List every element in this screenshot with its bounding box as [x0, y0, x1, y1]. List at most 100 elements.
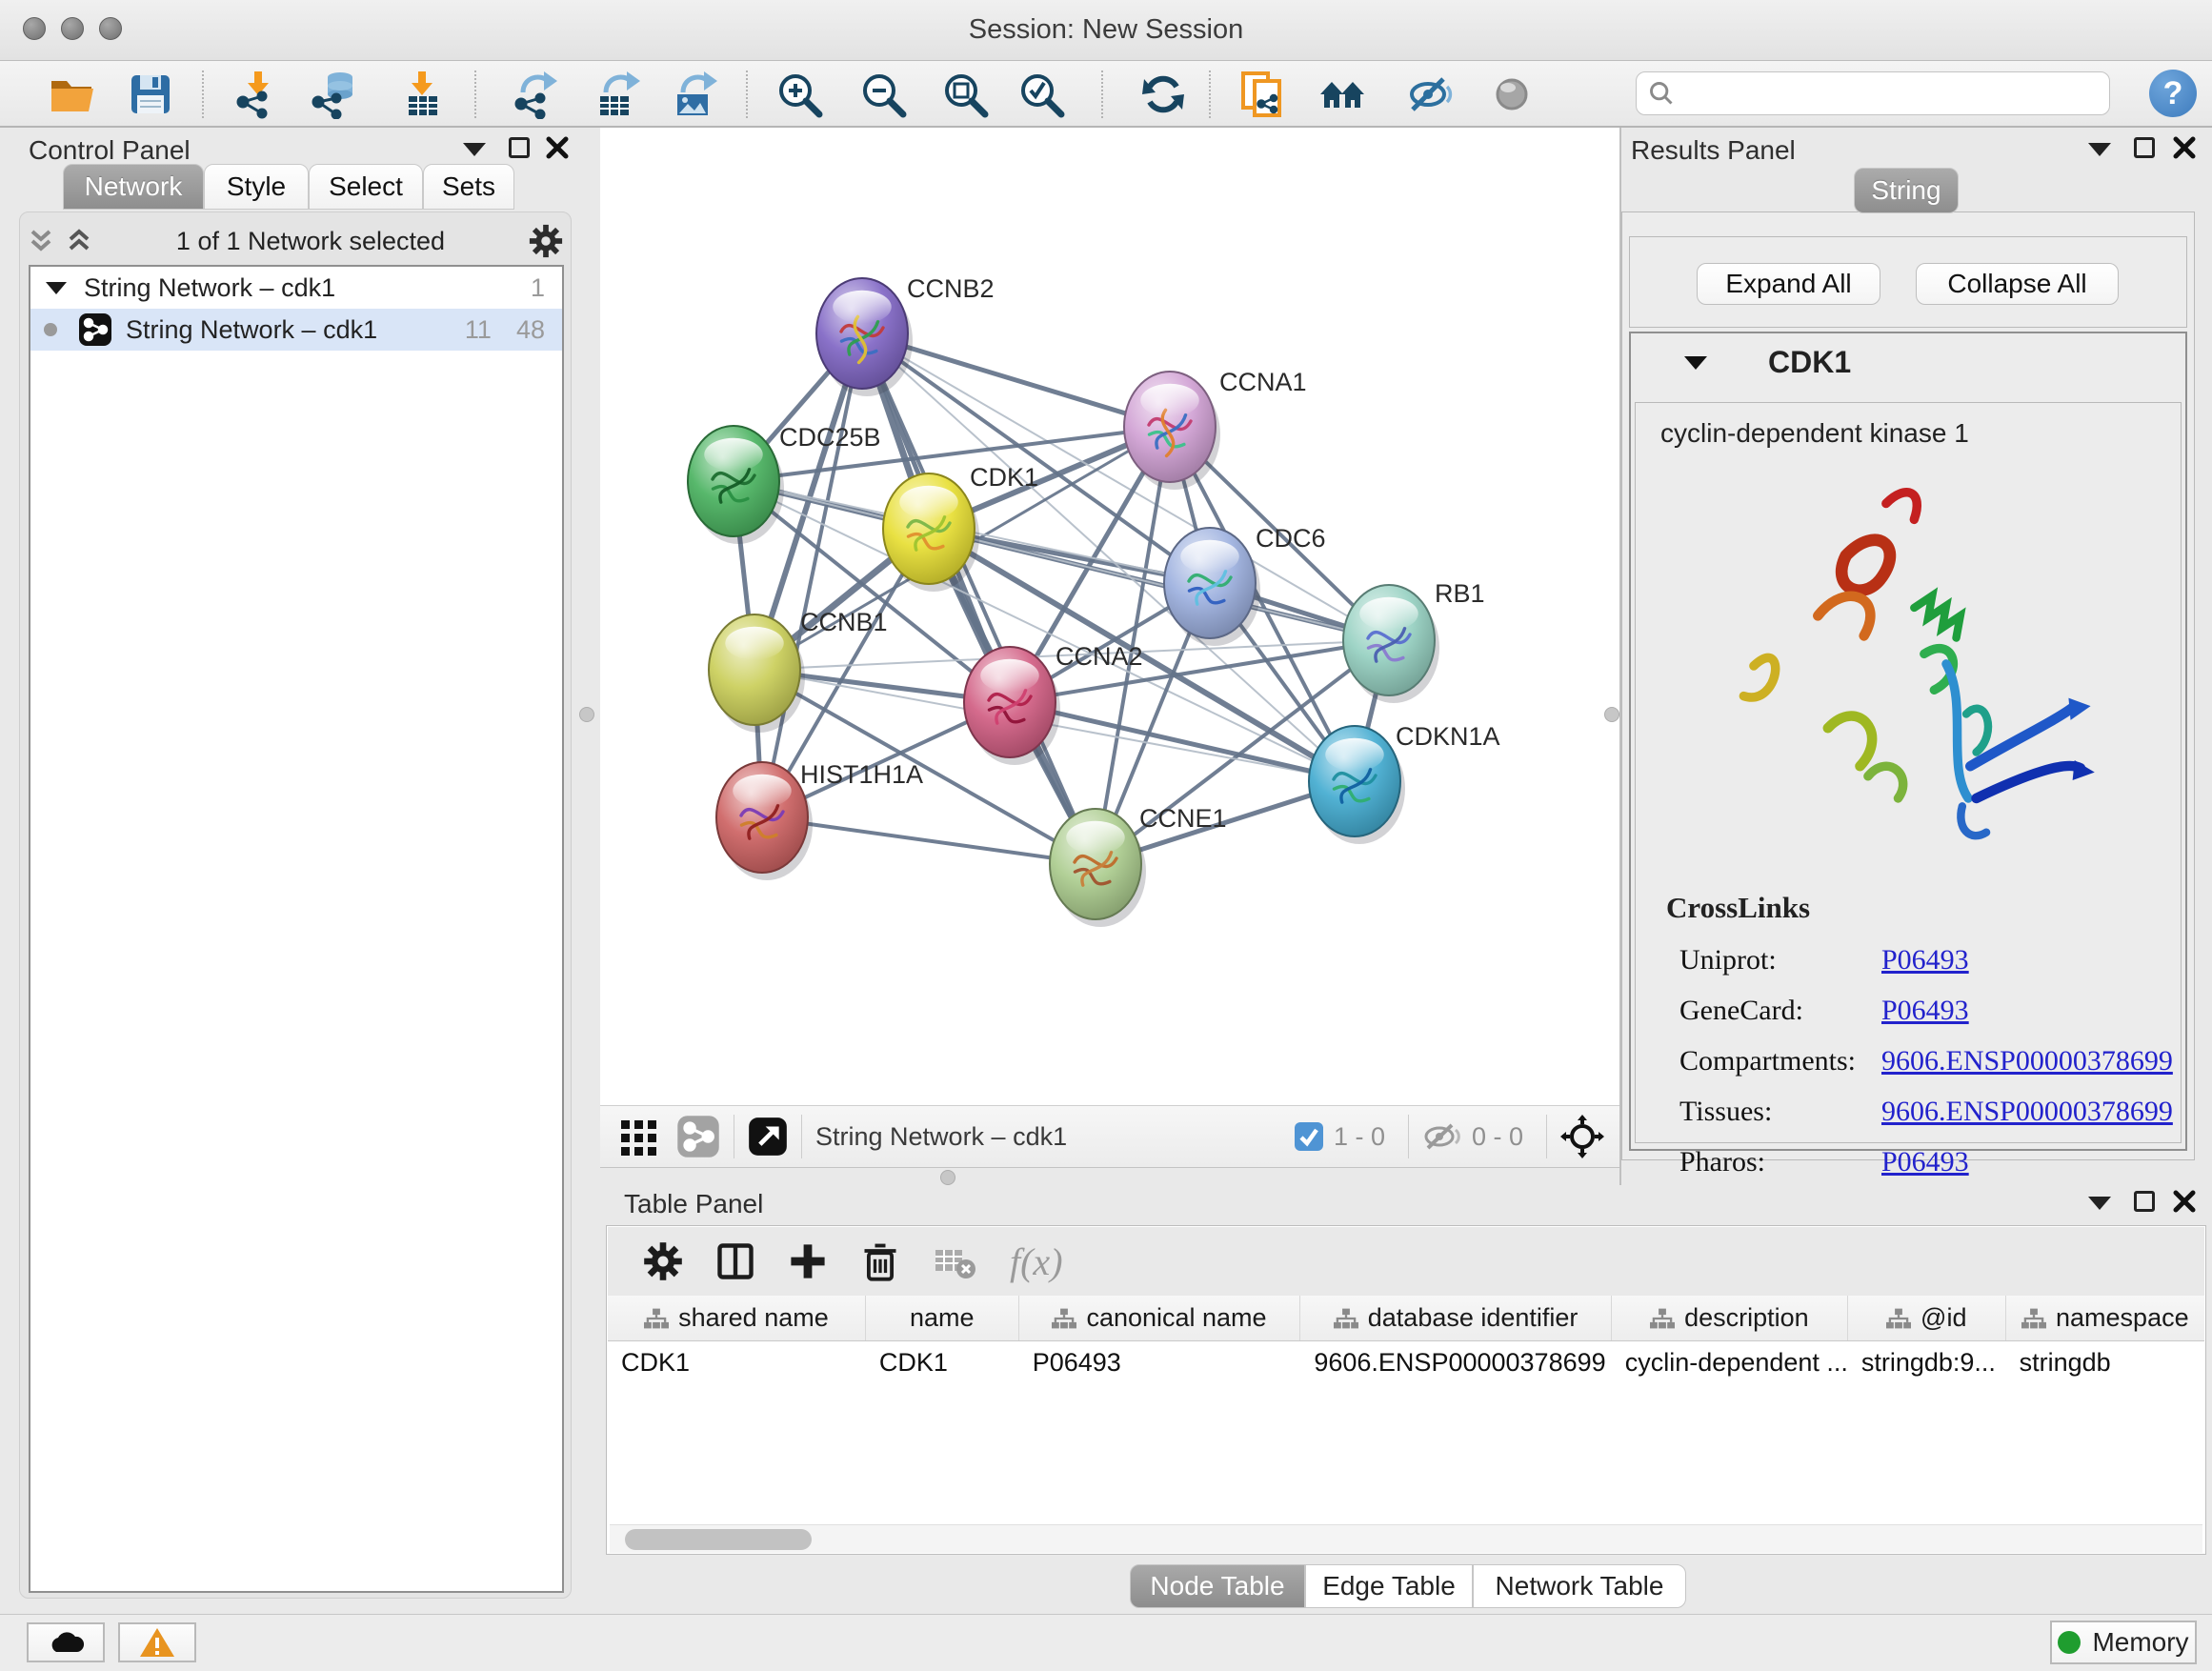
help-button[interactable]: ?: [2149, 70, 2197, 117]
network-node-cdc6[interactable]: CDC6: [1164, 524, 1326, 646]
network-node-hist1h1a[interactable]: HIST1H1A: [716, 760, 923, 880]
search-field[interactable]: [1636, 71, 2110, 115]
collapse-all-icon[interactable]: [27, 226, 55, 256]
crosslink-genecard-link[interactable]: P06493: [1881, 995, 1969, 1027]
network-node-rb1[interactable]: RB1: [1343, 579, 1485, 703]
detach-view-icon[interactable]: [748, 1117, 788, 1157]
crosslink-pharos-link[interactable]: P06493: [1881, 1146, 1969, 1178]
delete-table-icon[interactable]: [934, 1242, 977, 1280]
crosslink-tissues-link[interactable]: 9606.ENSP00000378699: [1881, 1096, 2173, 1128]
column-header-canonical-name[interactable]: canonical name: [1019, 1296, 1301, 1340]
column-header-namespace[interactable]: namespace: [2006, 1296, 2204, 1340]
table-panel-menu-icon[interactable]: [2088, 1197, 2111, 1210]
zoom-selected-icon[interactable]: [1016, 70, 1066, 119]
cell-namespace[interactable]: stringdb: [2006, 1341, 2204, 1383]
crosslinks-title: CrossLinks: [1666, 891, 2181, 925]
expand-all-icon[interactable]: [65, 226, 93, 256]
export-network-icon[interactable]: [512, 70, 561, 119]
hide-selected-icon[interactable]: [1405, 70, 1455, 119]
column-header-database-identifier[interactable]: database identifier: [1300, 1296, 1611, 1340]
zoom-in-icon[interactable]: [774, 70, 824, 119]
control-panel-float-icon[interactable]: [509, 137, 530, 158]
import-network-database-icon[interactable]: [310, 70, 359, 119]
export-image-icon[interactable]: [670, 70, 719, 119]
table-horizontal-scrollbar[interactable]: [610, 1524, 2202, 1553]
show-columns-icon[interactable]: [714, 1240, 756, 1282]
expand-all-button[interactable]: Expand All: [1697, 263, 1880, 305]
cell-database-identifier[interactable]: 9606.ENSP00000378699: [1300, 1341, 1611, 1383]
tab-sets[interactable]: Sets: [423, 164, 514, 210]
clone-network-icon[interactable]: [1237, 70, 1287, 119]
tab-network-table[interactable]: Network Table: [1473, 1564, 1686, 1608]
show-all-icon[interactable]: [1487, 70, 1537, 119]
crosslink-compartments-link[interactable]: 9606.ENSP00000378699: [1881, 1045, 2173, 1077]
network-node-cdkn1a[interactable]: CDKN1A: [1309, 722, 1500, 844]
search-input[interactable]: [1675, 78, 2098, 110]
tab-string[interactable]: String: [1854, 168, 1959, 213]
delete-column-trash-icon[interactable]: [859, 1240, 901, 1282]
control-panel-close-icon[interactable]: [545, 135, 570, 160]
tab-select[interactable]: Select: [309, 164, 423, 210]
column-header-name[interactable]: name: [866, 1296, 1019, 1340]
cell-canonical-name[interactable]: P06493: [1019, 1341, 1301, 1383]
results-panel-close-icon[interactable]: [2172, 135, 2197, 160]
column-header-description[interactable]: description: [1612, 1296, 1848, 1340]
import-network-file-icon[interactable]: [233, 70, 283, 119]
save-session-icon[interactable]: [126, 70, 175, 119]
column-header-shared-name[interactable]: shared name: [608, 1296, 866, 1340]
control-panel-title: Control Panel: [29, 135, 191, 166]
cell-description[interactable]: cyclin-dependent ...: [1612, 1341, 1848, 1383]
memory-button[interactable]: Memory: [2050, 1621, 2197, 1664]
network-row[interactable]: String Network – cdk1 11 48: [30, 309, 562, 351]
cell-id[interactable]: stringdb:9...: [1848, 1341, 2006, 1383]
network-node-ccnb1[interactable]: CCNB1: [709, 608, 888, 733]
refresh-layout-icon[interactable]: [1138, 70, 1188, 119]
network-node-ccne1[interactable]: CCNE1: [1050, 804, 1227, 927]
control-panel-menu-icon[interactable]: [463, 143, 486, 156]
left-splitter-handle[interactable]: [579, 707, 594, 722]
results-panel-menu-icon[interactable]: [2088, 143, 2111, 156]
cloud-button[interactable]: [27, 1622, 105, 1662]
cell-shared-name[interactable]: CDK1: [608, 1341, 866, 1383]
import-table-file-icon[interactable]: [397, 70, 447, 119]
create-column-icon[interactable]: [787, 1240, 829, 1282]
column-header-id[interactable]: @id: [1848, 1296, 2006, 1340]
first-neighbors-icon[interactable]: [1317, 70, 1367, 119]
gene-collapse-icon[interactable]: [1684, 356, 1707, 370]
scrollbar-thumb[interactable]: [625, 1529, 812, 1550]
network-collection-row[interactable]: String Network – cdk1 1: [30, 267, 562, 309]
birds-eye-view-icon[interactable]: [1560, 1115, 1604, 1158]
zoom-out-icon[interactable]: [858, 70, 908, 119]
network-node-cdk1[interactable]: CDK1: [883, 463, 1038, 592]
tab-node-table[interactable]: Node Table: [1130, 1564, 1305, 1608]
table-panel-float-icon[interactable]: [2134, 1191, 2155, 1212]
function-builder-icon[interactable]: f(x): [1010, 1239, 1063, 1284]
export-table-icon[interactable]: [593, 70, 642, 119]
results-panel-float-icon[interactable]: [2134, 137, 2155, 158]
grid-view-icon[interactable]: [617, 1115, 661, 1158]
network-edge[interactable]: [1010, 702, 1355, 781]
tab-style[interactable]: Style: [204, 164, 309, 210]
network-view-icon[interactable]: [676, 1115, 720, 1158]
network-options-gear-icon[interactable]: [528, 223, 564, 259]
network-node-ccnb2[interactable]: CCNB2: [816, 274, 995, 396]
zoom-fit-icon[interactable]: [940, 70, 990, 119]
network-node-cdc25b[interactable]: CDC25B: [688, 423, 881, 544]
network-canvas[interactable]: CCNB2CCNA1CDC25BCDK1CDC6RB1CCNB1CCNA2CDK…: [600, 128, 1619, 1105]
table-options-gear-icon[interactable]: [642, 1240, 684, 1282]
cell-name[interactable]: CDK1: [866, 1341, 1019, 1383]
selected-checkbox-icon[interactable]: [1294, 1121, 1324, 1152]
collapse-all-button[interactable]: Collapse All: [1916, 263, 2119, 305]
network-edge[interactable]: [762, 333, 862, 817]
table-panel-close-icon[interactable]: [2172, 1189, 2197, 1214]
open-session-icon[interactable]: [48, 70, 97, 119]
right-splitter-handle[interactable]: [1604, 707, 1619, 722]
warnings-button[interactable]: [118, 1622, 196, 1662]
network-graph[interactable]: CCNB2CCNA1CDC25BCDK1CDC6RB1CCNB1CCNA2CDK…: [600, 128, 1619, 1105]
table-row[interactable]: CDK1 CDK1 P06493 9606.ENSP00000378699 cy…: [608, 1341, 2204, 1383]
horizontal-splitter-handle[interactable]: [940, 1170, 955, 1185]
tab-edge-table[interactable]: Edge Table: [1305, 1564, 1473, 1608]
tab-network[interactable]: Network: [63, 164, 204, 210]
collection-expand-icon[interactable]: [46, 282, 67, 294]
crosslink-uniprot-link[interactable]: P06493: [1881, 944, 1969, 976]
